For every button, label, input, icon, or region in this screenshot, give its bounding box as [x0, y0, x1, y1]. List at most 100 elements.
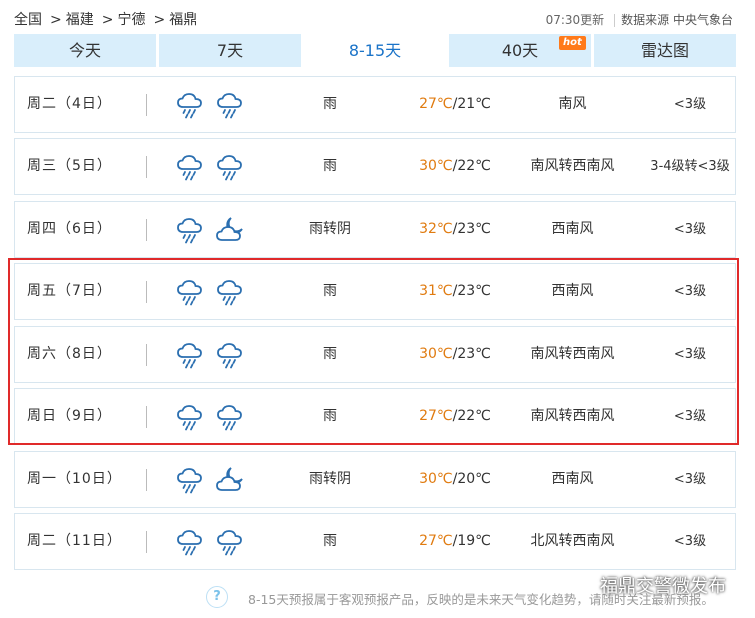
wind-direction: 南风转西南风 [530, 346, 615, 362]
tab-radar[interactable]: 雷达图 [594, 34, 736, 67]
temperature: 27℃/19℃ [410, 514, 500, 569]
wechat-icon [574, 577, 596, 596]
rain-icon [175, 152, 205, 182]
low-temp: /23℃ [452, 283, 491, 299]
forecast-day: 周四（6日） [27, 221, 112, 237]
update-info: 07:30更新 数据来源 中央气象台 [546, 11, 733, 28]
low-temp: /22℃ [452, 158, 491, 174]
wind-level: <3级 [673, 347, 707, 362]
forecast-day: 周三（5日） [27, 158, 112, 174]
low-temp: /22℃ [452, 408, 491, 424]
cloudy-night-icon [215, 215, 245, 245]
weather-desc: 雨 [323, 158, 337, 174]
wind-level: <3级 [673, 534, 707, 549]
update-time: 07:30更新 [545, 13, 605, 27]
wind-level: <3级 [673, 472, 707, 487]
low-temp: /23℃ [452, 346, 491, 362]
watermark: 福鼎交警微发布 [574, 572, 754, 608]
rain-icon [175, 465, 205, 495]
divider [146, 156, 147, 178]
temperature: 30℃/20℃ [410, 452, 500, 507]
low-temp: /20℃ [452, 471, 491, 487]
wind-direction: 南风转西南风 [530, 158, 615, 174]
rain-icon [215, 90, 245, 120]
divider [146, 94, 147, 116]
breadcrumb: 全国 > 福建 > 宁德 > 福鼎 [14, 9, 201, 29]
breadcrumb-item-province[interactable]: 福建 [66, 12, 94, 28]
high-temp: 27℃ [419, 533, 453, 549]
rain-icon [175, 402, 205, 432]
forecast-row: 周四（6日） 雨转阴 32℃/23℃ 西南风 <3级 [14, 201, 736, 258]
breadcrumb-separator: > [153, 12, 166, 28]
weather-desc: 雨 [323, 533, 337, 549]
forecast-tabs: 今天 7天 8-15天 40天 hot 雷达图 [14, 34, 736, 67]
temperature: 32℃/23℃ [410, 202, 500, 257]
high-temp: 30℃ [419, 471, 453, 487]
forecast-row: 周三（5日） 雨 30℃/22℃ 南风转西南风 3-4级转<3级 [14, 138, 736, 195]
wind-level: 3-4级转<3级 [650, 159, 730, 174]
rain-icon [175, 215, 205, 245]
wind-direction: 南风转西南风 [530, 408, 615, 424]
breadcrumb-separator: > [50, 12, 62, 28]
forecast-day: 周二（11日） [27, 533, 122, 549]
weather-desc: 雨 [323, 346, 337, 362]
rain-icon [215, 277, 245, 307]
low-temp: /19℃ [452, 533, 491, 549]
high-temp: 27℃ [419, 408, 453, 424]
temperature: 31℃/23℃ [410, 264, 500, 319]
divider [614, 14, 616, 27]
divider [146, 344, 147, 366]
hot-badge: hot [559, 36, 586, 50]
breadcrumb-separator: > [101, 12, 114, 28]
tab-40-days[interactable]: 40天 hot [449, 34, 591, 67]
forecast-day: 周日（9日） [27, 408, 112, 424]
temperature: 30℃/22℃ [410, 139, 500, 194]
breadcrumb-item-county: 福鼎 [169, 12, 198, 28]
wind-level: <3级 [673, 284, 707, 299]
divider [146, 406, 147, 428]
wind-level: <3级 [673, 222, 707, 237]
weather-desc: 雨转阴 [309, 221, 351, 237]
tab-label: 40天 [501, 41, 539, 60]
forecast-row: 周日（9日） 雨 27℃/22℃ 南风转西南风 <3级 [14, 388, 736, 445]
divider [146, 219, 147, 241]
rain-icon [215, 402, 245, 432]
breadcrumb-item-city[interactable]: 宁德 [117, 12, 145, 28]
data-source: 数据来源 中央气象台 [621, 13, 733, 27]
temperature: 30℃/23℃ [410, 327, 500, 382]
rain-icon [175, 90, 205, 120]
tab-8-15-days[interactable]: 8-15天 [304, 34, 446, 67]
weather-desc: 雨 [323, 408, 337, 424]
divider [146, 281, 147, 303]
help-icon[interactable]: ? [206, 586, 228, 608]
forecast-day: 周一（10日） [27, 471, 122, 487]
rain-icon [175, 340, 205, 370]
forecast-row: 周五（7日） 雨 31℃/23℃ 西南风 <3级 [14, 263, 736, 320]
rain-icon [175, 277, 205, 307]
breadcrumb-item-country[interactable]: 全国 [14, 12, 42, 28]
wind-level: <3级 [673, 409, 707, 424]
divider [146, 531, 147, 553]
high-temp: 27℃ [419, 96, 453, 112]
rain-icon [215, 152, 245, 182]
forecast-row: 周一（10日） 雨转阴 30℃/20℃ 西南风 <3级 [14, 451, 736, 508]
tab-today[interactable]: 今天 [14, 34, 156, 67]
rain-icon [175, 527, 205, 557]
weather-desc: 雨转阴 [309, 471, 351, 487]
watermark-text: 福鼎交警微发布 [600, 576, 726, 597]
tab-7-days[interactable]: 7天 [159, 34, 301, 67]
low-temp: /21℃ [452, 96, 491, 112]
high-temp: 30℃ [419, 158, 453, 174]
forecast-day: 周六（8日） [27, 346, 112, 362]
high-temp: 30℃ [419, 346, 453, 362]
weather-desc: 雨 [323, 96, 337, 112]
forecast-row: 周二（4日） 雨 27℃/21℃ 南风 <3级 [14, 76, 736, 133]
wind-direction: 北风转西南风 [530, 533, 615, 549]
forecast-day: 周二（4日） [27, 96, 112, 112]
rain-icon [215, 527, 245, 557]
divider [146, 469, 147, 491]
forecast-row: 周六（8日） 雨 30℃/23℃ 南风转西南风 <3级 [14, 326, 736, 383]
wind-level: <3级 [673, 97, 707, 112]
rain-icon [215, 340, 245, 370]
cloudy-night-icon [215, 465, 245, 495]
